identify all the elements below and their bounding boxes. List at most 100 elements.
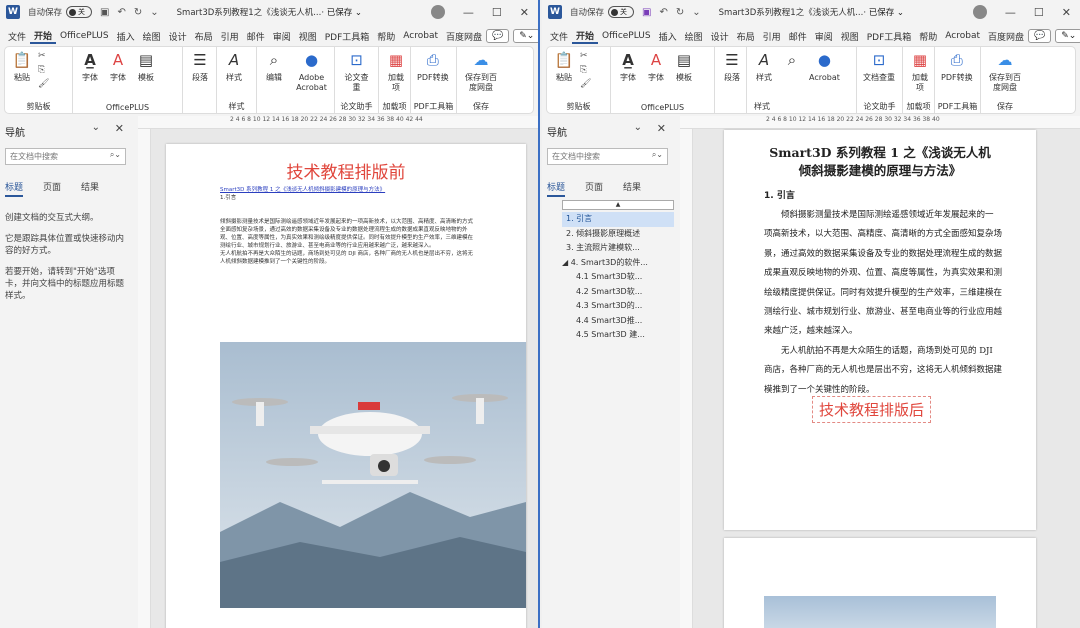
close-icon[interactable]: ✕ [115, 122, 124, 135]
format-painter-icon[interactable]: 🖌 [38, 77, 49, 91]
close-icon[interactable]: ✕ [1062, 6, 1071, 19]
tab-8[interactable]: 邮件 [243, 30, 269, 43]
outline-item[interactable]: 4.5 Smart3D 建... [562, 328, 674, 343]
tab-pages[interactable]: 页面 [585, 180, 603, 197]
copy-icon[interactable]: ⎘ [38, 63, 49, 77]
tab-8[interactable]: 邮件 [785, 30, 811, 43]
tab-14[interactable]: 百度网盘 [984, 30, 1028, 43]
tab-11[interactable]: PDF工具箱 [863, 30, 916, 43]
tab-5[interactable]: 设计 [165, 30, 191, 43]
acrobat-button[interactable]: ● Acrobat [809, 49, 840, 113]
close-icon[interactable]: ✕ [520, 6, 529, 19]
tab-10[interactable]: 视图 [295, 30, 321, 43]
tab-pages[interactable]: 页面 [43, 180, 61, 197]
tab-6[interactable]: 布局 [191, 30, 217, 43]
edit-button[interactable]: ⌕ [781, 49, 803, 113]
tab-2[interactable]: OfficePLUS [56, 31, 113, 41]
customize-icon[interactable]: ⌄ [692, 7, 700, 18]
outline-item[interactable]: 2. 倾斜摄影原理概述 [562, 227, 674, 242]
document-page[interactable]: Smart3D 系列教程 1 之《浅谈无人机 倾斜摄影建模的原理与方法》 1. … [724, 130, 1036, 530]
tab-results[interactable]: 结果 [81, 180, 99, 197]
tab-12[interactable]: 帮助 [373, 30, 399, 43]
customize-icon[interactable]: ⌄ [150, 7, 158, 18]
collapse-icon[interactable]: ◢ [562, 258, 571, 267]
tab-14[interactable]: 百度网盘 [442, 30, 486, 43]
edit-button[interactable]: ⌕ 编辑 [263, 49, 285, 113]
tab-1[interactable]: 开始 [572, 29, 599, 44]
tab-results[interactable]: 结果 [623, 180, 641, 197]
tab-10[interactable]: 视图 [837, 30, 863, 43]
saved-status[interactable]: · 已保存 ⌄ [863, 6, 904, 18]
tab-11[interactable]: PDF工具箱 [321, 30, 374, 43]
document-canvas[interactable]: 2 4 6 8 10 12 14 16 18 20 22 24 26 28 30… [680, 116, 1080, 628]
cut-icon[interactable]: ✂ [580, 49, 591, 63]
tab-5[interactable]: 设计 [707, 30, 733, 43]
tab-7[interactable]: 引用 [759, 30, 785, 43]
document-page-2[interactable] [724, 538, 1036, 628]
save-icon[interactable]: ▣ [642, 7, 651, 18]
editing-mode-button[interactable]: ✎⌄ [1055, 29, 1080, 43]
user-avatar-icon[interactable] [972, 5, 987, 19]
search-input[interactable]: 在文档中搜索 ⌕⌄ [547, 148, 668, 165]
outline-item[interactable]: 4.3 Smart3D的... [562, 299, 674, 314]
redo-icon[interactable]: ↻ [134, 7, 142, 18]
tab-headings[interactable]: 标题 [547, 180, 566, 197]
search-icon[interactable]: ⌕⌄ [652, 150, 663, 160]
undo-icon[interactable]: ↶ [117, 7, 125, 18]
search-input[interactable]: 在文档中搜索 ⌕⌄ [5, 148, 126, 165]
outline-item[interactable]: ◢ 4. Smart3D的软件... [562, 256, 674, 271]
chevron-down-icon[interactable]: ⌄ [634, 122, 642, 133]
save-icon[interactable]: ▣ [100, 7, 109, 18]
document-canvas[interactable]: 2 4 6 8 10 12 14 16 18 20 22 24 26 28 30… [138, 116, 538, 628]
minimize-icon[interactable]: — [463, 6, 474, 19]
close-icon[interactable]: ✕ [657, 122, 666, 135]
copy-icon[interactable]: ⎘ [580, 63, 591, 77]
horizontal-ruler[interactable]: 2 4 6 8 10 12 14 16 18 20 22 24 26 28 30… [138, 116, 538, 129]
chevron-down-icon[interactable]: ⌄ [92, 122, 100, 133]
editing-mode-button[interactable]: ✎⌄ [513, 29, 538, 43]
tab-headings[interactable]: 标题 [5, 180, 24, 197]
outline-item[interactable]: 3. 主流照片建模软... [562, 241, 674, 256]
tab-9[interactable]: 审阅 [811, 30, 837, 43]
minimize-icon[interactable]: — [1005, 6, 1016, 19]
doc-title-link[interactable]: Smart3D 系列教程 1 之《浅谈无人机倾斜摄影建模的原理与方法》 [220, 186, 478, 194]
tab-13[interactable]: Acrobat [941, 31, 984, 41]
saved-status[interactable]: · 已保存 ⌄ [321, 6, 362, 18]
autosave-toggle[interactable]: 关 [608, 6, 635, 18]
tab-4[interactable]: 绘图 [139, 30, 165, 43]
tab-4[interactable]: 绘图 [681, 30, 707, 43]
outline-top[interactable]: ▲ [562, 200, 674, 210]
tab-3[interactable]: 插入 [655, 30, 681, 43]
tab-7[interactable]: 引用 [217, 30, 243, 43]
vertical-ruler[interactable] [138, 129, 151, 628]
tab-13[interactable]: Acrobat [399, 31, 442, 41]
tab-6[interactable]: 布局 [733, 30, 759, 43]
adobe-acrobat-button[interactable]: ● Adobe Acrobat [295, 49, 328, 113]
tab-1[interactable]: 开始 [30, 29, 57, 44]
outline-item[interactable]: 4.1 Smart3D软... [562, 270, 674, 285]
tab-0[interactable]: 文件 [4, 30, 30, 43]
undo-icon[interactable]: ↶ [659, 7, 667, 18]
tab-0[interactable]: 文件 [546, 30, 572, 43]
horizontal-ruler[interactable]: 2 4 6 8 10 12 14 16 18 20 22 24 26 28 30… [680, 116, 1080, 129]
tab-3[interactable]: 插入 [113, 30, 139, 43]
comment-button[interactable]: 💬 [486, 29, 510, 43]
outline-item[interactable]: 1. 引言 [562, 212, 674, 227]
paragraph-button[interactable]: ☰ 段落 [721, 49, 743, 113]
user-avatar-icon[interactable] [430, 5, 445, 19]
maximize-icon[interactable]: ☐ [492, 6, 502, 19]
tab-2[interactable]: OfficePLUS [598, 31, 655, 41]
format-painter-icon[interactable]: 🖌 [580, 77, 591, 91]
tab-12[interactable]: 帮助 [915, 30, 941, 43]
redo-icon[interactable]: ↻ [676, 7, 684, 18]
outline-item[interactable]: 4.2 Smart3D软... [562, 285, 674, 300]
maximize-icon[interactable]: ☐ [1034, 6, 1044, 19]
search-icon[interactable]: ⌕⌄ [110, 150, 121, 160]
autosave-toggle[interactable]: 关 [66, 6, 93, 18]
paragraph-button[interactable]: ☰ 段落 [189, 49, 211, 113]
vertical-ruler[interactable] [680, 129, 693, 628]
document-page[interactable]: 技术教程排版前 Smart3D 系列教程 1 之《浅谈无人机倾斜摄影建模的原理与… [166, 144, 526, 628]
tab-9[interactable]: 审阅 [269, 30, 295, 43]
comment-button[interactable]: 💬 [1028, 29, 1052, 43]
cut-icon[interactable]: ✂ [38, 49, 49, 63]
